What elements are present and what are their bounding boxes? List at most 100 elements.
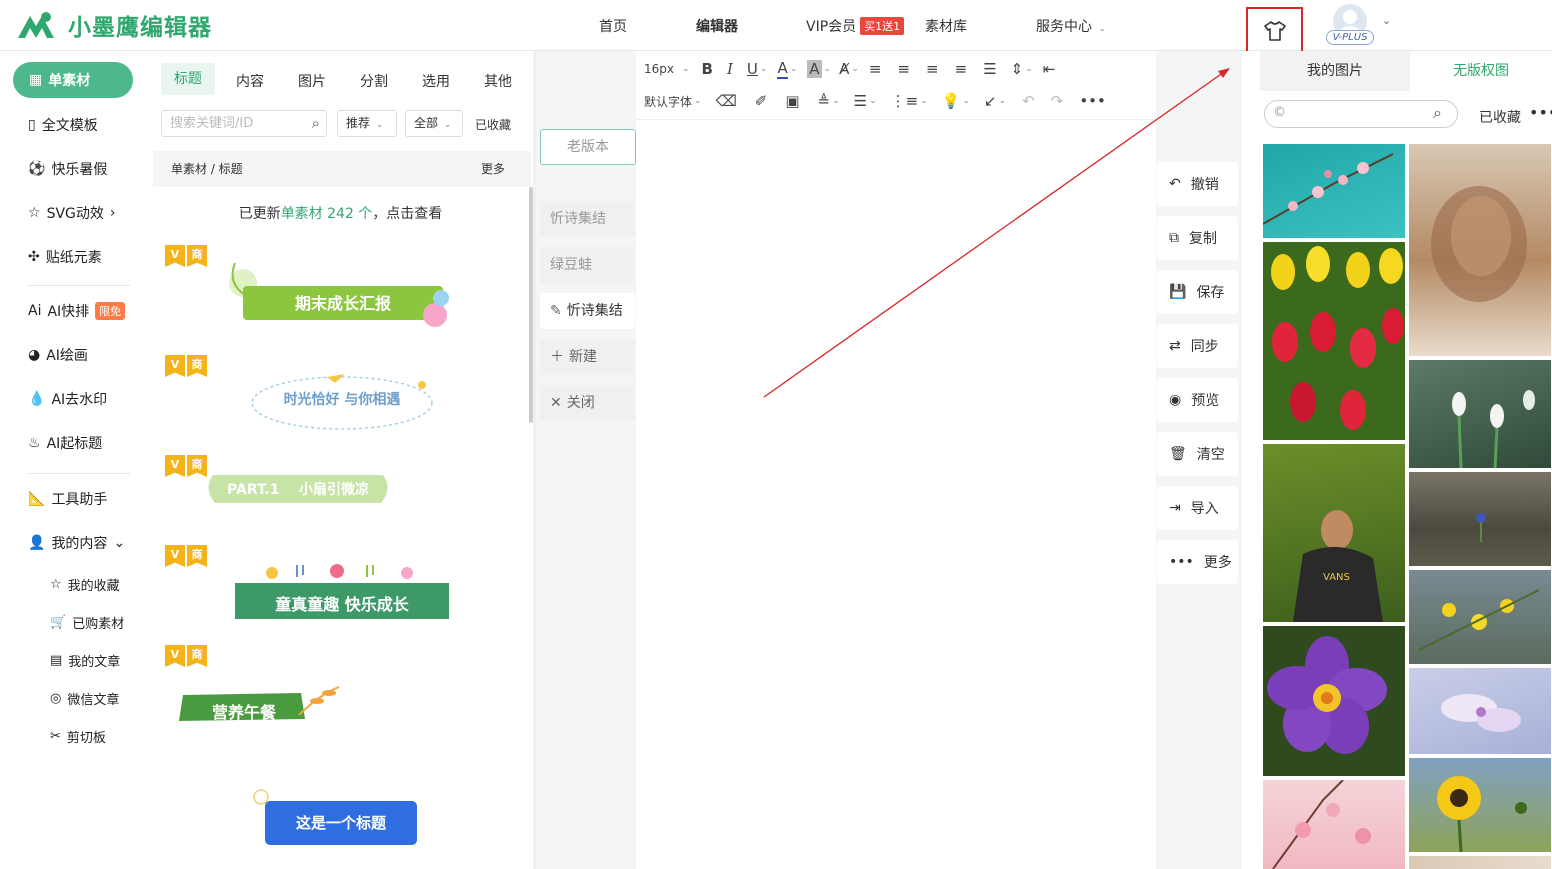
nav-single-material[interactable]: ▦ 单素材 [13, 62, 133, 98]
material-card[interactable]: V商 时光恰好 与你相遇 [159, 355, 522, 449]
nav-my-content[interactable]: 👤 我的内容 ⌄ [28, 533, 125, 553]
image-thumbnail[interactable] [1263, 144, 1405, 238]
nav-ai-draw[interactable]: ◕ AI绘画 [28, 345, 88, 365]
spacing-icon[interactable]: ☰ [854, 92, 867, 110]
image-thumbnail[interactable] [1409, 144, 1551, 356]
more-icon[interactable]: ••• [1079, 92, 1106, 110]
nav-my-articles[interactable]: ▤ 我的文章 [50, 651, 120, 670]
nav-full-template[interactable]: ▯ 全文模板 [28, 115, 98, 135]
article-tab-active[interactable]: ✎ 忻诗集结 [540, 293, 635, 329]
material-card[interactable]: V商 童真童趣 快乐成长 [159, 545, 522, 639]
nav-wechat-articles[interactable]: ◎ 微信文章 [50, 689, 119, 708]
favorites-filter[interactable]: 已收藏 [475, 116, 511, 133]
material-card[interactable]: V商 期末成长汇报 [159, 245, 522, 349]
chevron-down-icon[interactable]: ⌄ [851, 64, 859, 74]
new-article-button[interactable]: ＋ 新建 [540, 339, 635, 375]
underline-icon[interactable]: U [747, 60, 758, 78]
search-icon[interactable]: ⌕ [1433, 103, 1442, 123]
redo-icon[interactable]: ↷ [1051, 92, 1064, 110]
nav-library[interactable]: 素材库 [925, 16, 967, 36]
account-chevron-down-icon[interactable]: ⌄ [1382, 14, 1391, 27]
bold-icon[interactable]: B [702, 60, 713, 78]
import-button[interactable]: ⇥ 导入 [1157, 486, 1238, 530]
logo[interactable]: 小墨鹰编辑器 [16, 8, 212, 42]
sync-button[interactable]: ⇄ 同步 [1157, 324, 1238, 368]
nav-ai-layout[interactable]: Ai AI快排 限免 [28, 301, 126, 321]
nav-clipboard[interactable]: ✂ 剪切板 [50, 727, 106, 746]
image-thumbnail[interactable] [1263, 626, 1405, 776]
more-icon[interactable]: ••• [1529, 103, 1552, 122]
nav-tools[interactable]: 📐 工具助手 [28, 489, 107, 509]
indent-icon[interactable]: ☰ [983, 60, 996, 78]
image-thumbnail[interactable] [1263, 242, 1405, 440]
line-height-icon[interactable]: ⇕ [1011, 60, 1024, 78]
image-thumbnail[interactable] [1409, 668, 1551, 754]
tab-other[interactable]: 其他 [484, 71, 512, 91]
chevron-down-icon[interactable]: ⌄ [760, 64, 768, 74]
close-article-button[interactable]: ✕ 关闭 [540, 385, 635, 421]
clear-button[interactable]: 🗑 清空 [1157, 432, 1238, 476]
image-thumbnail[interactable] [1409, 856, 1551, 869]
material-search-input[interactable]: 搜索关键词/ID ⌕ [161, 110, 327, 137]
nav-summer[interactable]: ⚽ 快乐暑假 [28, 159, 107, 179]
material-card[interactable]: V商 营养午餐 [159, 645, 522, 745]
chevron-down-icon[interactable]: ⌄ [962, 96, 970, 106]
nav-vip[interactable]: VIP会员 买1送1 [806, 16, 905, 36]
skin-button[interactable] [1246, 7, 1303, 54]
chevron-down-icon[interactable]: ⌄ [920, 96, 928, 106]
material-scrollbar[interactable] [529, 187, 533, 423]
update-notice[interactable]: 已更新单素材 242 个，点击查看 [159, 191, 522, 237]
chevron-down-icon[interactable]: ⌄ [832, 96, 840, 106]
image-thumbnail[interactable]: VANS [1263, 444, 1405, 622]
preview-button[interactable]: ◉ 预览 [1157, 378, 1238, 422]
nav-purchased[interactable]: 🛒 已购素材 [50, 613, 124, 632]
sort-dropdown[interactable]: 推荐 ⌄ [337, 110, 397, 137]
tab-my-images[interactable]: 我的图片 [1260, 51, 1410, 91]
paragraph-spacing-icon[interactable]: ≜ [818, 92, 831, 110]
save-button[interactable]: 💾 保存 [1157, 270, 1238, 314]
image-favorites[interactable]: 已收藏 [1479, 107, 1521, 127]
font-family-select[interactable]: 默认字体 ⌄ [644, 93, 702, 110]
old-version-button[interactable]: 老版本 [540, 129, 636, 165]
format-painter-icon[interactable]: ✐ [755, 92, 768, 110]
letter-spacing-icon[interactable]: Ⱥ [839, 60, 849, 78]
arrow-icon[interactable]: ↙ [984, 92, 997, 110]
collapse-toolbar-icon[interactable]: ⇤ [1043, 60, 1056, 78]
chevron-down-icon[interactable]: ⌄ [869, 96, 877, 106]
image-icon[interactable]: ▣ [785, 92, 799, 110]
chevron-down-icon[interactable]: ⌄ [824, 64, 832, 74]
nav-ai-watermark[interactable]: 💧 AI去水印 [28, 389, 107, 409]
chevron-down-icon[interactable]: ⌄ [1025, 64, 1033, 74]
nav-svg[interactable]: ☆ SVG动效 › [28, 203, 115, 223]
copy-button[interactable]: ⧉ 复制 [1157, 216, 1238, 260]
image-search-input[interactable]: © ⌕ [1264, 100, 1458, 128]
nav-editor[interactable]: 编辑器 [696, 16, 738, 36]
nav-my-favorites[interactable]: ☆ 我的收藏 [50, 575, 120, 594]
tab-title[interactable]: 标题 [161, 63, 215, 95]
bulb-icon[interactable]: 💡 [942, 92, 961, 110]
nav-service[interactable]: 服务中心 ⌄ [1036, 16, 1106, 36]
chevron-down-icon[interactable]: ⌄ [790, 64, 798, 74]
image-thumbnail[interactable] [1409, 570, 1551, 664]
tab-free-images[interactable]: 无版权图 [1410, 51, 1552, 91]
tab-selected[interactable]: 选用 [422, 71, 450, 91]
editor-canvas[interactable] [636, 120, 1156, 869]
filter-dropdown[interactable]: 全部 ⌄ [405, 110, 463, 137]
nav-ai-title[interactable]: ♨ AI起标题 [28, 433, 102, 453]
tab-divider[interactable]: 分割 [360, 71, 388, 91]
article-tab[interactable]: 绿豆蛙 [540, 247, 635, 283]
highlight-icon[interactable]: A [807, 60, 822, 78]
tab-image[interactable]: 图片 [298, 71, 326, 91]
align-center-icon[interactable]: ≡ [897, 60, 910, 78]
nav-sticker[interactable]: ✣ 贴纸元素 [28, 247, 102, 267]
image-thumbnail[interactable] [1263, 780, 1405, 869]
search-icon[interactable]: ⌕ [312, 111, 320, 136]
list-indent-icon[interactable]: ⋮≡ [891, 92, 919, 110]
undo-icon[interactable]: ↶ [1022, 92, 1035, 110]
font-color-icon[interactable]: A [777, 59, 788, 79]
eraser-icon[interactable]: ⌫ [716, 92, 737, 110]
image-thumbnail[interactable] [1409, 472, 1551, 566]
material-card[interactable]: 这是一个标题 [159, 755, 522, 865]
chevron-down-icon[interactable]: ⌄ [999, 96, 1007, 106]
font-size-select[interactable]: 16px ⌄ [644, 62, 690, 76]
